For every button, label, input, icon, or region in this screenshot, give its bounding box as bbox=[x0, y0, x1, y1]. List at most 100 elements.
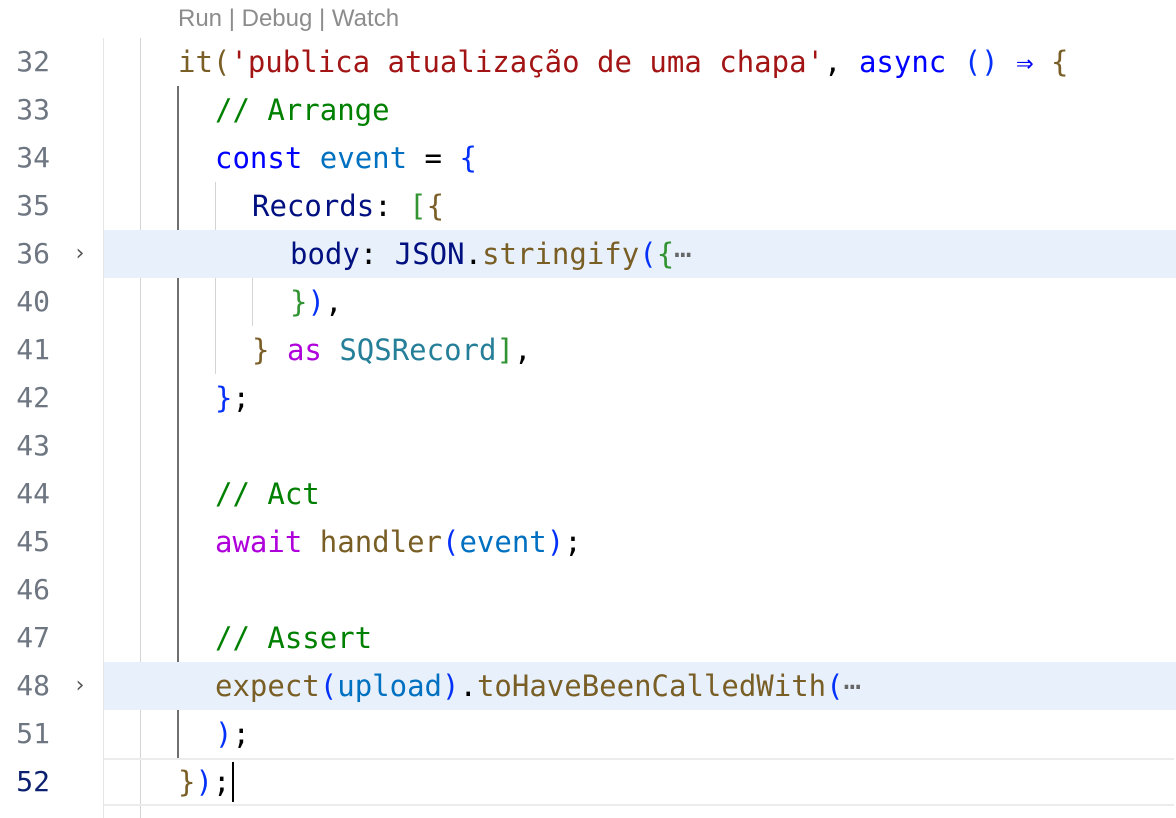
token: = bbox=[407, 141, 460, 175]
code-line-folded[interactable]: 36 › body: JSON.stringify({⋯ bbox=[0, 230, 1176, 278]
line-number: 48 bbox=[16, 669, 50, 702]
token: } bbox=[215, 381, 233, 415]
code-text: // Act bbox=[215, 470, 320, 518]
token: body bbox=[290, 237, 360, 271]
token: () bbox=[963, 45, 999, 79]
codelens-separator: | bbox=[228, 5, 235, 32]
token: ) bbox=[307, 285, 325, 319]
code-text: }), bbox=[290, 278, 342, 326]
token: SQSRecord bbox=[339, 333, 497, 367]
token: as bbox=[286, 333, 322, 367]
token: ) bbox=[442, 669, 460, 703]
code-text: }); bbox=[178, 758, 230, 806]
folded-ellipsis[interactable]: ⋯ bbox=[844, 669, 861, 703]
token: const bbox=[215, 141, 303, 175]
comment-token: // Arrange bbox=[215, 93, 390, 127]
token: : bbox=[374, 189, 410, 223]
token: Records bbox=[252, 189, 375, 223]
code-line[interactable]: 41 } as SQSRecord], bbox=[0, 326, 1176, 374]
token: ; bbox=[232, 381, 250, 415]
code-text: ); bbox=[215, 710, 250, 758]
code-line[interactable]: 45 await handler(event); bbox=[0, 518, 1176, 566]
codelens-run-link[interactable]: Run bbox=[178, 5, 222, 32]
code-line[interactable]: 33 // Arrange bbox=[0, 86, 1176, 134]
line-number: 51 bbox=[16, 717, 50, 750]
code-line-folded[interactable]: 48 › expect(upload).toHaveBeenCalledWith… bbox=[0, 662, 1176, 710]
codelens-separator: | bbox=[319, 5, 326, 32]
comment-token: // Act bbox=[215, 477, 320, 511]
code-line[interactable]: 35 Records: [{ bbox=[0, 182, 1176, 230]
token: ( bbox=[442, 525, 460, 559]
token: handler bbox=[319, 525, 442, 559]
codelens-watch-link[interactable]: Watch bbox=[332, 5, 399, 32]
codelens-debug-link[interactable]: Debug bbox=[242, 5, 313, 32]
code-line[interactable]: 40 }), bbox=[0, 278, 1176, 326]
code-text: Records: [{ bbox=[252, 182, 444, 230]
code-text: // Assert bbox=[215, 614, 372, 662]
token: async bbox=[858, 45, 947, 79]
code-line[interactable]: 44 // Act bbox=[0, 470, 1176, 518]
line-number: 47 bbox=[16, 621, 50, 654]
code-line[interactable]: 51 ); bbox=[0, 710, 1176, 758]
token: await bbox=[215, 525, 303, 559]
token: } bbox=[290, 285, 308, 319]
line-number: 36 bbox=[16, 237, 50, 270]
code-text: }; bbox=[215, 374, 250, 422]
line-number: 34 bbox=[16, 141, 50, 174]
token: { bbox=[1051, 45, 1069, 79]
line-number: 33 bbox=[16, 93, 50, 126]
line-number: 42 bbox=[16, 381, 50, 414]
comment-token: // Assert bbox=[215, 621, 373, 655]
code-text: await handler(event); bbox=[215, 518, 582, 566]
code-text: } as SQSRecord], bbox=[252, 326, 531, 374]
code-line[interactable]: 46 bbox=[0, 566, 1176, 614]
token: stringify bbox=[482, 237, 640, 271]
token: ⇒ bbox=[998, 45, 1052, 79]
code-line-current[interactable]: 52 }); bbox=[0, 758, 1176, 806]
line-number: 40 bbox=[16, 285, 50, 318]
token: } bbox=[178, 765, 196, 799]
token: . bbox=[459, 669, 477, 703]
code-text: body: JSON.stringify({⋯ bbox=[290, 230, 692, 278]
token: ( bbox=[639, 237, 657, 271]
code-editor[interactable]: Run | Debug | Watch 32 it('publica atual… bbox=[0, 0, 1176, 818]
code-line[interactable]: 42 }; bbox=[0, 374, 1176, 422]
line-number: 45 bbox=[16, 525, 50, 558]
code-line[interactable]: 34 const event = { bbox=[0, 134, 1176, 182]
code-text: it('publica atualização de uma chapa', a… bbox=[178, 38, 1069, 86]
line-number: 44 bbox=[16, 477, 50, 510]
token: , bbox=[513, 333, 532, 367]
code-line[interactable]: 43 bbox=[0, 422, 1176, 470]
code-text: // Arrange bbox=[215, 86, 390, 134]
token: { bbox=[426, 189, 445, 223]
token: { bbox=[459, 141, 477, 175]
token: expect bbox=[215, 669, 320, 703]
token: 'publica atualização de uma chapa' bbox=[230, 45, 825, 79]
text-cursor bbox=[232, 762, 234, 802]
token: ; bbox=[564, 525, 582, 559]
line-number: 43 bbox=[16, 429, 50, 462]
line-number: 41 bbox=[16, 333, 50, 366]
token: ) bbox=[195, 765, 213, 799]
folded-ellipsis[interactable]: ⋯ bbox=[674, 237, 691, 271]
token: { bbox=[656, 237, 675, 271]
line-number: 35 bbox=[16, 189, 50, 222]
token: } bbox=[252, 333, 270, 367]
token: event bbox=[459, 525, 547, 559]
token: ) bbox=[215, 717, 233, 751]
code-line[interactable]: 32 it('publica atualização de uma chapa'… bbox=[0, 38, 1176, 86]
token: ] bbox=[496, 333, 514, 367]
chevron-right-icon[interactable]: › bbox=[70, 230, 90, 278]
token: ) bbox=[546, 525, 565, 559]
code-line[interactable]: 47 // Assert bbox=[0, 614, 1176, 662]
chevron-right-icon[interactable]: › bbox=[70, 662, 90, 710]
token: toHaveBeenCalledWith bbox=[476, 669, 827, 703]
token: : bbox=[359, 237, 395, 271]
token: ( bbox=[212, 45, 231, 79]
token: ; bbox=[212, 765, 231, 799]
token: ; bbox=[232, 717, 250, 751]
